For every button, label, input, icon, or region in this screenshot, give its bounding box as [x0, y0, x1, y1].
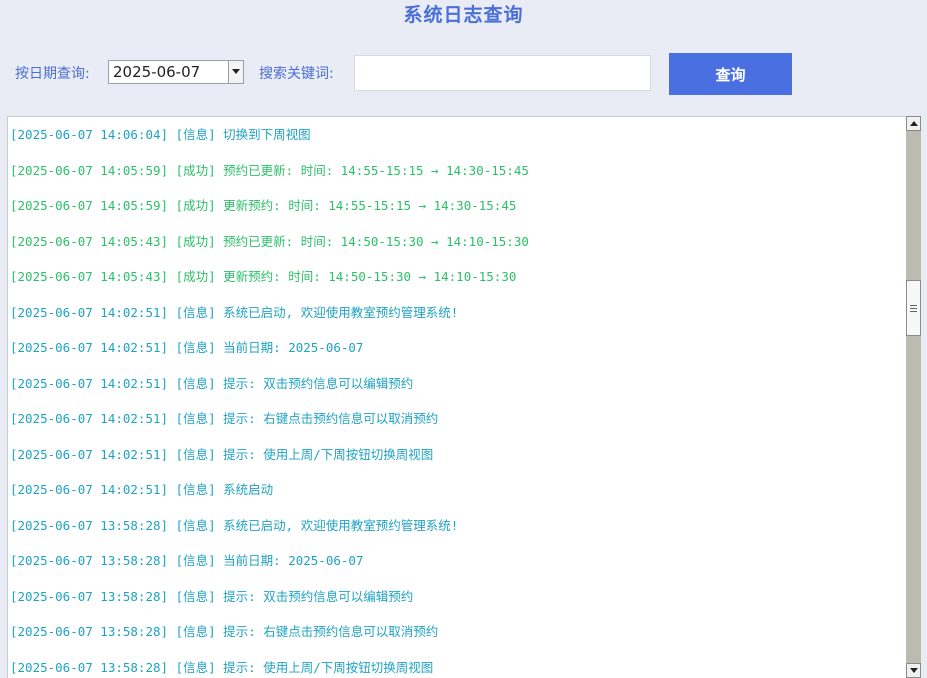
grip-line — [910, 311, 917, 312]
scrollbar-thumb[interactable] — [906, 280, 921, 336]
keyword-search-input[interactable] — [354, 55, 651, 91]
scroll-down-arrow-icon[interactable] — [906, 663, 921, 678]
log-line: [2025-06-07 13:58:28] [信息] 提示: 右键点击预约信息可… — [10, 624, 439, 639]
log-text-area[interactable]: [2025-06-07 14:06:04] [信息] 切换到下周视图 [2025-… — [7, 116, 921, 678]
search-toolbar: 按日期查询: 2025-06-07 搜索关键词: 查询 — [0, 50, 927, 100]
log-line: [2025-06-07 14:02:51] [信息] 当前日期: 2025-06… — [10, 340, 364, 355]
vertical-scrollbar[interactable] — [906, 116, 921, 678]
log-line: [2025-06-07 14:05:59] [成功] 更新预约: 时间: 14:… — [10, 198, 517, 213]
log-line: [2025-06-07 13:58:28] [信息] 提示: 双击预约信息可以编… — [10, 588, 414, 604]
chevron-down-icon[interactable] — [228, 61, 243, 83]
date-picker[interactable]: 2025-06-07 — [108, 60, 244, 84]
log-line: [2025-06-07 14:02:51] [信息] 系统启动 — [10, 482, 274, 497]
date-filter-label: 按日期查询: — [15, 66, 90, 82]
log-list: [2025-06-07 14:06:04] [信息] 切换到下周视图 [2025-… — [10, 117, 906, 678]
log-line: [2025-06-07 14:06:04] [信息] 切换到下周视图 — [10, 127, 311, 142]
scroll-up-arrow-icon[interactable] — [906, 116, 921, 131]
log-line: [2025-06-07 14:05:43] [成功] 预约已更新: 时间: 14… — [10, 233, 529, 249]
date-value: 2025-06-07 — [113, 63, 201, 81]
log-line: [2025-06-07 14:05:59] [成功] 预约已更新: 时间: 14… — [10, 162, 529, 178]
log-line: [2025-06-07 14:02:51] [信息] 提示: 右键点击预约信息可… — [10, 411, 439, 426]
page-title: 系统日志查询 — [403, 4, 524, 26]
log-query-window: 系统日志查询 按日期查询: 2025-06-07 搜索关键词: 查询 [2025… — [0, 0, 927, 678]
keyword-label: 搜索关键词: — [259, 66, 334, 82]
log-line: [2025-06-07 14:02:51] [信息] 提示: 双击预约信息可以编… — [10, 375, 414, 391]
log-line: [2025-06-07 13:58:28] [信息] 当前日期: 2025-06… — [10, 553, 364, 568]
grip-line — [910, 305, 917, 306]
log-line: [2025-06-07 14:05:43] [成功] 更新预约: 时间: 14:… — [10, 269, 517, 284]
log-line: [2025-06-07 14:02:51] [信息] 系统已启动, 欢迎使用教室… — [10, 304, 459, 320]
log-line: [2025-06-07 14:02:51] [信息] 提示: 使用上周/下周按钮… — [10, 446, 434, 462]
log-line: [2025-06-07 13:58:28] [信息] 系统已启动, 欢迎使用教室… — [10, 517, 459, 533]
query-button[interactable]: 查询 — [669, 53, 792, 95]
grip-line — [910, 308, 917, 309]
log-line: [2025-06-07 13:58:28] [信息] 提示: 使用上周/下周按钮… — [10, 659, 434, 675]
